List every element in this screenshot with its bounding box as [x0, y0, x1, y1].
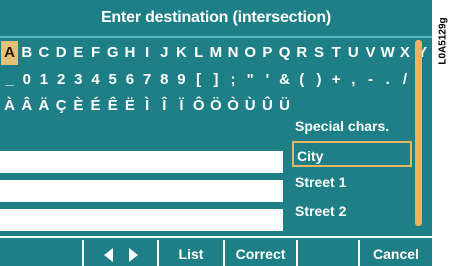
key[interactable]: Ô	[190, 94, 207, 118]
key[interactable]: M	[207, 41, 224, 65]
arrow-buttons[interactable]	[82, 240, 157, 266]
key[interactable]: Â	[18, 94, 35, 118]
key[interactable]: W	[379, 41, 396, 65]
key[interactable]: 9	[173, 68, 190, 92]
list-button[interactable]: List	[157, 240, 223, 266]
key[interactable]: _	[1, 68, 18, 92]
scroll-indicator	[415, 40, 422, 226]
key[interactable]: Ò	[224, 94, 241, 118]
empty-softkey-1[interactable]	[0, 240, 82, 266]
key[interactable]: 3	[70, 68, 87, 92]
key[interactable]: [	[190, 68, 207, 92]
street2-option[interactable]: Street 2	[292, 198, 412, 224]
key[interactable]: Ö	[207, 94, 224, 118]
keyboard-row-3: ÀÂÄÇÈÉÊËÌÎÏÔÖÒÙÛÜ	[1, 94, 293, 118]
key[interactable]: Î	[156, 94, 173, 118]
key[interactable]: ;	[224, 68, 241, 92]
key[interactable]: ,	[345, 68, 362, 92]
key[interactable]: 8	[156, 68, 173, 92]
softkey-bar: List Correct Cancel	[0, 236, 432, 266]
key[interactable]: T	[328, 41, 345, 65]
key[interactable]: Ç	[53, 94, 70, 118]
key[interactable]: É	[87, 94, 104, 118]
key[interactable]: R	[293, 41, 310, 65]
key[interactable]: È	[70, 94, 87, 118]
key[interactable]: 1	[35, 68, 52, 92]
key[interactable]: Ä	[35, 94, 52, 118]
cancel-button[interactable]: Cancel	[358, 240, 432, 266]
keyboard-row-2: _ 0 1 2 3 4 5 6 7 8 9[]; " ' &() +, -. /	[1, 68, 414, 92]
key[interactable]: V	[362, 41, 379, 65]
key[interactable]: H	[121, 41, 138, 65]
key[interactable]: C	[35, 41, 52, 65]
keyboard-row-1: ABCDEFGHIJKLMNOPQRSTUVWXYZ	[1, 41, 432, 65]
navigation-screen: Enter destination (intersection) ABCDEFG…	[0, 0, 432, 266]
key[interactable]: Z	[431, 41, 432, 65]
key[interactable]: B	[18, 41, 35, 65]
screen-title: Enter destination (intersection)	[0, 0, 432, 38]
key[interactable]: S	[310, 41, 327, 65]
key[interactable]: À	[1, 94, 18, 118]
key[interactable]: '	[259, 68, 276, 92]
city-option[interactable]: City	[292, 141, 412, 167]
key[interactable]: P	[259, 41, 276, 65]
key[interactable]: Ï	[173, 94, 190, 118]
special-chars-option[interactable]: Special chars.	[292, 113, 412, 139]
key[interactable]: N	[224, 41, 241, 65]
key[interactable]: G	[104, 41, 121, 65]
key[interactable]: 7	[139, 68, 156, 92]
key[interactable]: Ë	[121, 94, 138, 118]
key[interactable]: ]	[207, 68, 224, 92]
key[interactable]: Ì	[139, 94, 156, 118]
key[interactable]: I	[139, 41, 156, 65]
key[interactable]: )	[310, 68, 327, 92]
key[interactable]: X	[396, 41, 413, 65]
key[interactable]: 2	[53, 68, 70, 92]
key[interactable]: +	[328, 68, 345, 92]
key[interactable]: Ù	[242, 94, 259, 118]
street2-field[interactable]	[0, 209, 283, 231]
street1-option[interactable]: Street 1	[292, 169, 412, 195]
key[interactable]: "	[242, 68, 259, 92]
key[interactable]: A	[1, 41, 19, 65]
key[interactable]: O	[242, 41, 259, 65]
key[interactable]: U	[345, 41, 362, 65]
street1-field[interactable]	[0, 180, 283, 202]
key[interactable]: Ê	[104, 94, 121, 118]
key[interactable]: 0	[18, 68, 35, 92]
arrow-right-icon[interactable]	[128, 248, 138, 263]
key[interactable]: Q	[276, 41, 293, 65]
key[interactable]: &	[276, 68, 293, 92]
city-field[interactable]	[0, 151, 283, 173]
key[interactable]: L	[190, 41, 207, 65]
key[interactable]: K	[173, 41, 190, 65]
key[interactable]: .	[379, 68, 396, 92]
correct-button[interactable]: Correct	[223, 240, 296, 266]
key[interactable]: (	[293, 68, 310, 92]
key[interactable]: 4	[87, 68, 104, 92]
key[interactable]: 6	[121, 68, 138, 92]
key[interactable]: J	[156, 41, 173, 65]
key[interactable]: D	[53, 41, 70, 65]
key[interactable]: F	[87, 41, 104, 65]
empty-softkey-2[interactable]	[296, 240, 358, 266]
key[interactable]: E	[70, 41, 87, 65]
key[interactable]: 5	[104, 68, 121, 92]
key[interactable]: -	[362, 68, 379, 92]
key[interactable]: Ü	[276, 94, 293, 118]
arrow-left-icon[interactable]	[103, 248, 113, 263]
figure-code: L0A5129g	[437, 17, 449, 65]
key[interactable]: Û	[259, 94, 276, 118]
key[interactable]: /	[396, 68, 413, 92]
